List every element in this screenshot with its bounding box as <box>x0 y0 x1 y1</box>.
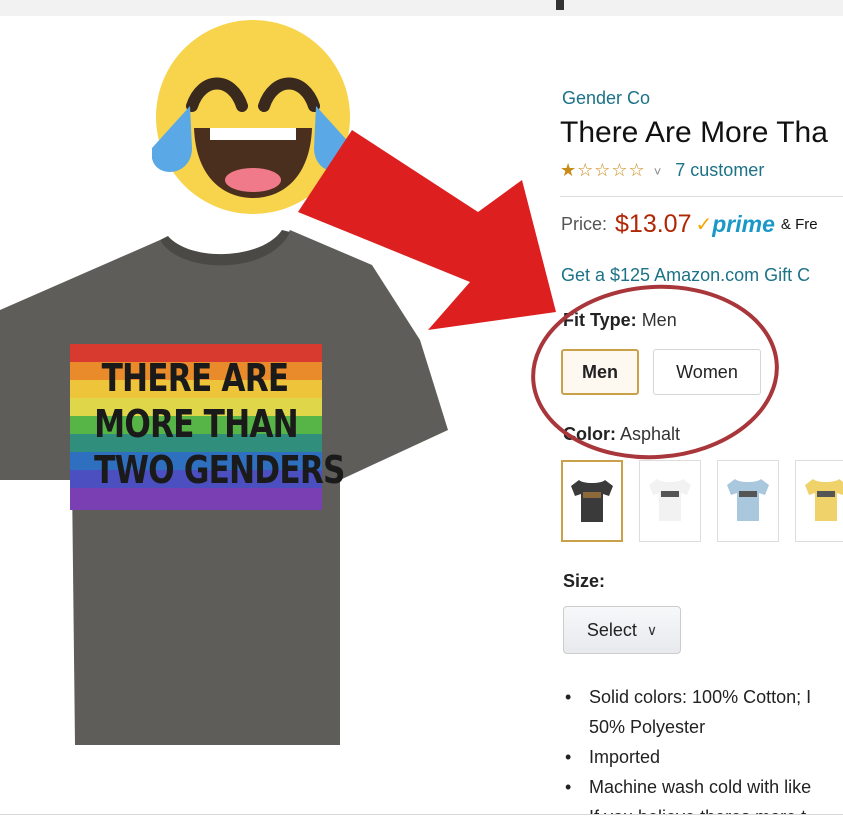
face-with-tears-of-joy-icon <box>152 20 354 214</box>
gift-card-link[interactable]: Get a $125 Amazon.com Gift C <box>561 265 810 286</box>
color-label: Color: Asphalt <box>563 424 680 445</box>
bullet-item: Solid colors: 100% Cotton; I <box>565 682 811 712</box>
tshirt-line-3: TWO GENDERS <box>94 448 345 492</box>
free-shipping-text: & Fre <box>780 216 818 233</box>
chevron-down-icon: ∨ <box>646 621 658 638</box>
color-swatch-white[interactable] <box>639 460 701 542</box>
star-rating-icon[interactable]: ★☆☆☆☆ <box>560 160 646 180</box>
color-swatch-blue[interactable] <box>717 460 779 542</box>
tshirt-thumbnail-icon <box>727 479 769 521</box>
divider <box>560 196 843 197</box>
fit-type-value: Men <box>641 310 677 330</box>
price-value: $13.07 <box>615 210 692 238</box>
prime-logo: prime <box>712 211 775 237</box>
chevron-down-icon[interactable]: ˅ <box>654 164 662 179</box>
price-label: Price: <box>561 214 608 234</box>
size-select-label: Select <box>586 619 637 640</box>
fit-men-button[interactable]: Men <box>561 349 639 395</box>
tshirt-thumbnail-icon <box>805 479 843 521</box>
fit-type-heading: Fit Type: <box>563 310 637 330</box>
product-title: There Are More Tha <box>560 116 828 149</box>
bullet-item-continuation: 50% Polyester <box>589 717 706 737</box>
brand-link[interactable]: Gender Co <box>562 88 650 109</box>
bottom-bar <box>0 814 843 825</box>
prime-check-icon: ✓ <box>695 214 713 236</box>
fit-women-button[interactable]: Women <box>653 349 761 395</box>
swatch-fill <box>649 479 691 521</box>
price-row: Price: $13.07 ✓prime & Fre <box>561 210 818 239</box>
swatch-fill <box>571 480 613 522</box>
customer-reviews-link[interactable]: 7 customer <box>675 160 764 180</box>
color-heading: Color: <box>563 424 616 444</box>
top-bar <box>0 0 843 16</box>
color-swatch-yellow[interactable] <box>795 460 843 542</box>
bullet-item: Machine wash cold with like <box>565 772 811 802</box>
bullet-item: Imported <box>565 742 811 772</box>
fit-type-label: Fit Type: Men <box>563 310 677 331</box>
tshirt-line-2: MORE THAN <box>94 402 299 446</box>
size-select-button[interactable]: Select ∨ <box>563 606 681 654</box>
rating-row: ★☆☆☆☆ ˅ 7 customer <box>560 160 764 181</box>
color-swatch-asphalt[interactable] <box>561 460 623 542</box>
top-bar-mark <box>556 0 564 10</box>
color-value: Asphalt <box>620 424 681 444</box>
swatch-fill <box>805 479 843 521</box>
tshirt-print-text: THERE ARE MORE THAN TWO GENDERS <box>94 355 345 493</box>
feature-bullets: Solid colors: 100% Cotton; I 50% Polyest… <box>565 682 811 820</box>
tshirt-thumbnail-icon <box>571 480 613 522</box>
swatch-fill <box>727 479 769 521</box>
size-label: Size: <box>563 571 606 591</box>
tshirt-thumbnail-icon <box>649 479 691 521</box>
tshirt-line-1: THERE ARE <box>101 356 290 400</box>
